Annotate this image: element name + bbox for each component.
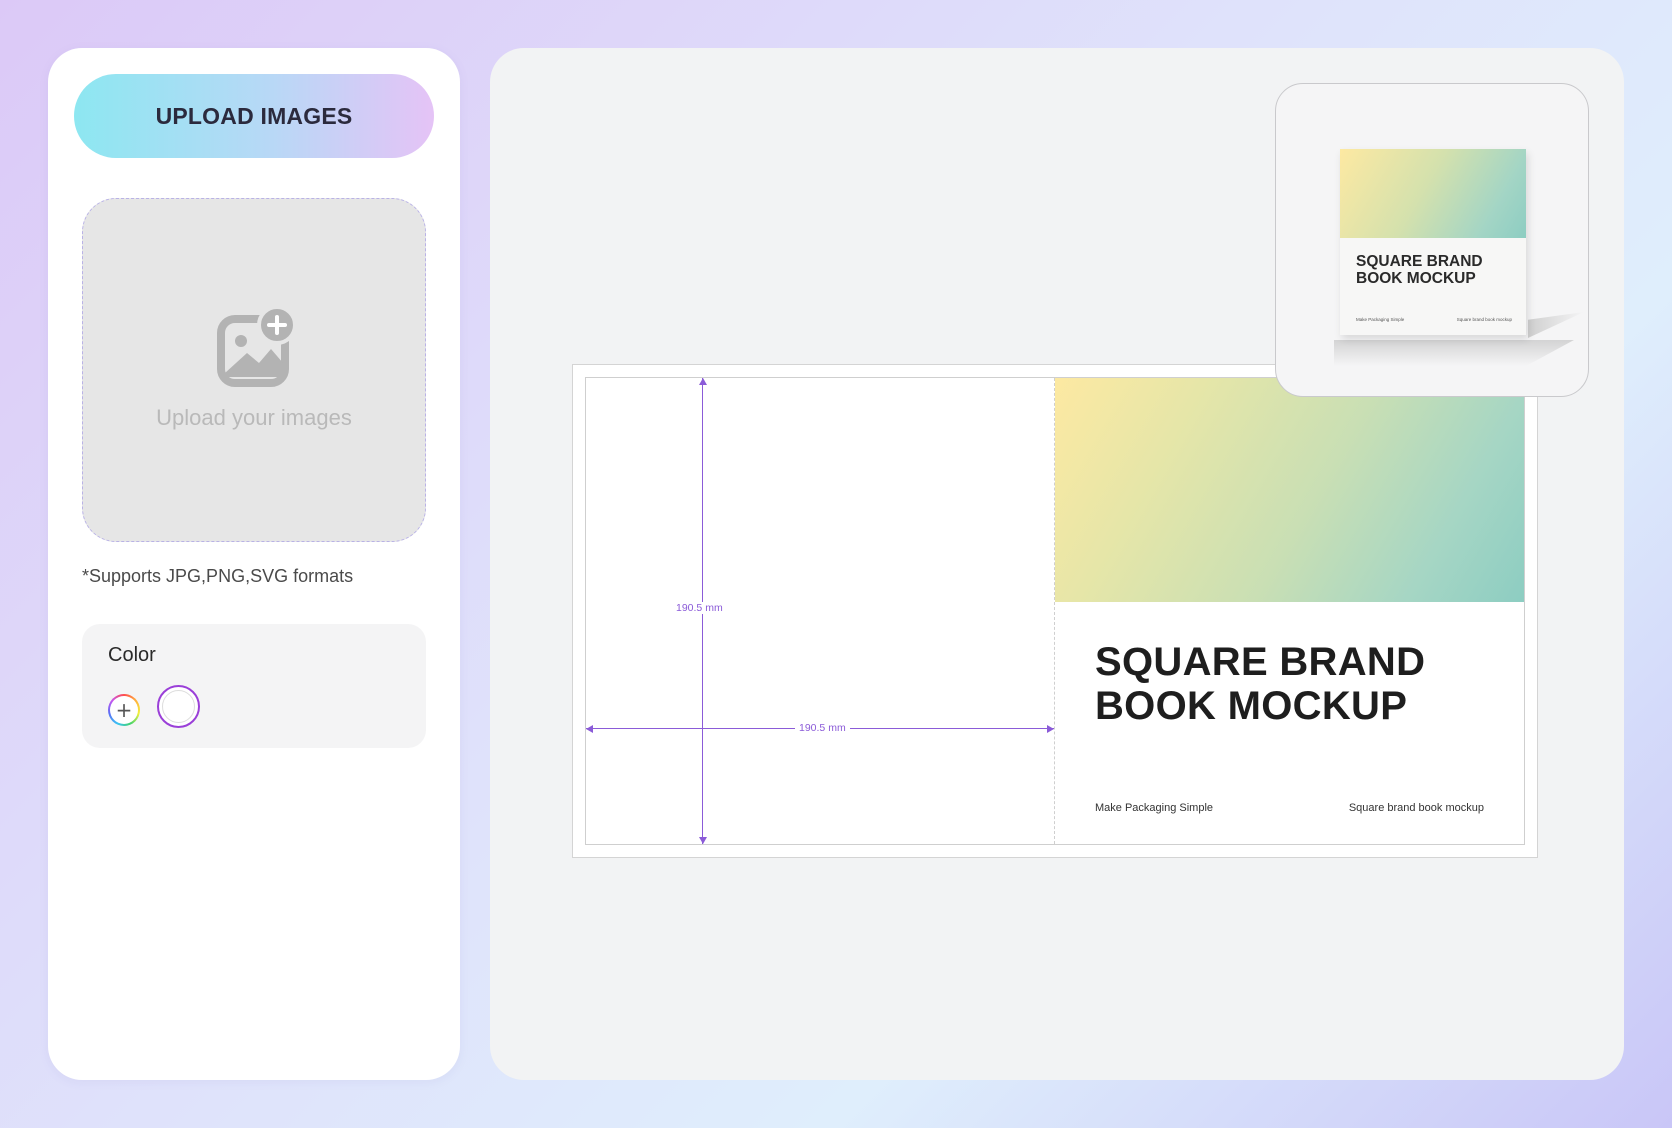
- preview-shadow: [1334, 340, 1574, 366]
- arrow-right-icon: [1047, 725, 1054, 733]
- mockup-preview-card[interactable]: SQUARE BRAND BOOK MOCKUP Make Packaging …: [1275, 83, 1589, 397]
- preview-book-gradient: [1340, 149, 1526, 238]
- add-image-icon: [217, 307, 297, 387]
- preview-footer-right: Square brand book mockup: [1456, 317, 1512, 322]
- front-cover[interactable]: SQUARE BRAND BOOK MOCKUP Make Packaging …: [1055, 378, 1524, 844]
- dieline-trim-frame: SQUARE BRAND BOOK MOCKUP Make Packaging …: [585, 377, 1525, 845]
- front-title-line2: BOOK MOCKUP: [1095, 684, 1408, 728]
- supported-formats-note: *Supports JPG,PNG,SVG formats: [82, 566, 354, 586]
- image-dropzone[interactable]: Upload your images: [82, 198, 426, 542]
- height-dimension-label: 190.5 mm: [672, 602, 727, 614]
- preview-footer-left: Make Packaging Simple: [1356, 317, 1405, 322]
- preview-title-line2: BOOK MOCKUP: [1356, 270, 1476, 287]
- arrow-left-icon: [586, 725, 593, 733]
- color-swatch-fill: [162, 690, 195, 723]
- sidebar-panel: UPLOAD IMAGES Upload your images *Suppor…: [48, 48, 460, 1080]
- preview-title-line1: SQUARE BRAND: [1356, 253, 1483, 270]
- front-cover-title: SQUARE BRAND BOOK MOCKUP: [1095, 640, 1515, 728]
- color-swatch-white[interactable]: [157, 685, 200, 728]
- color-section: Color +: [82, 624, 426, 748]
- mockup-canvas: SQUARE BRAND BOOK MOCKUP Make Packaging …: [490, 48, 1624, 1080]
- width-dimension-label: 190.5 mm: [795, 722, 850, 734]
- front-footer-right: Square brand book mockup: [1348, 802, 1484, 814]
- book-dieline: SQUARE BRAND BOOK MOCKUP Make Packaging …: [572, 364, 1538, 858]
- back-cover[interactable]: [586, 378, 1054, 844]
- front-title-line1: SQUARE BRAND: [1095, 640, 1426, 684]
- preview-shadow-wing: [1528, 312, 1584, 338]
- add-color-button[interactable]: +: [108, 694, 140, 726]
- preview-book-title: SQUARE BRAND BOOK MOCKUP: [1356, 253, 1526, 287]
- preview-book: SQUARE BRAND BOOK MOCKUP Make Packaging …: [1340, 149, 1526, 335]
- front-footer-left: Make Packaging Simple: [1095, 802, 1214, 814]
- front-cover-gradient: [1055, 378, 1524, 602]
- dropzone-label: Upload your images: [156, 405, 352, 430]
- upload-images-button[interactable]: UPLOAD IMAGES: [74, 74, 434, 158]
- arrow-down-icon: [699, 837, 707, 844]
- arrow-up-icon: [699, 378, 707, 385]
- plus-icon: +: [110, 696, 138, 724]
- color-section-title: Color: [108, 644, 156, 666]
